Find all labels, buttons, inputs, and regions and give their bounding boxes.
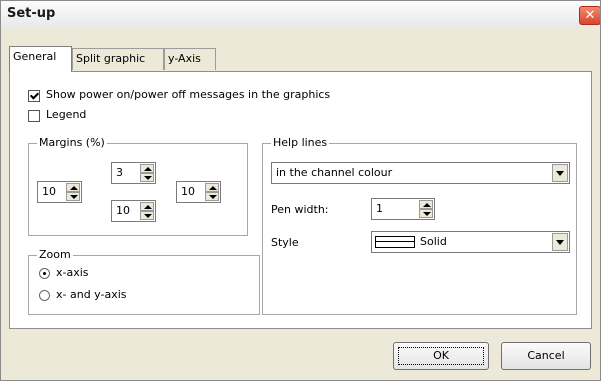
- arrow-up-icon[interactable]: [205, 183, 219, 192]
- chevron-down-icon[interactable]: [552, 233, 568, 251]
- cancel-button-label: Cancel: [527, 349, 565, 362]
- close-icon: ✕: [584, 8, 596, 23]
- margin-right-value: 10: [181, 185, 195, 198]
- show-power-messages-label: Show power on/power off messages in the …: [46, 88, 331, 101]
- help-lines-colour-value: in the channel colour: [276, 166, 393, 179]
- solid-line-icon: [375, 236, 415, 248]
- legend-label: Legend: [46, 108, 87, 121]
- chevron-down-icon[interactable]: [552, 164, 568, 182]
- arrow-down-icon[interactable]: [66, 192, 80, 201]
- tab-y-axis-label: y-Axis: [168, 52, 201, 65]
- arrow-up-icon[interactable]: [140, 164, 154, 173]
- legend-checkbox[interactable]: [28, 110, 40, 122]
- zoom-group-title: Zoom: [37, 248, 73, 261]
- arrow-up-icon[interactable]: [66, 183, 80, 192]
- tab-split-graphic-label: Split graphic: [76, 52, 146, 65]
- margin-bottom-spinner[interactable]: 10: [111, 200, 156, 222]
- arrow-down-icon[interactable]: [419, 209, 433, 218]
- show-power-messages-checkbox[interactable]: [28, 90, 40, 102]
- help-lines-group: Help lines in the channel colour Pen wid…: [262, 136, 577, 315]
- help-lines-colour-select[interactable]: in the channel colour: [271, 162, 570, 184]
- zoom-x-axis-radio[interactable]: [39, 268, 50, 279]
- zoom-x-axis-label: x-axis: [56, 266, 89, 279]
- setup-dialog: Set-up ✕ General Split graphic y-Axis Sh…: [0, 0, 601, 381]
- close-button[interactable]: ✕: [579, 6, 600, 25]
- ok-button[interactable]: OK: [393, 342, 489, 370]
- tab-y-axis[interactable]: y-Axis: [164, 48, 216, 70]
- line-style-select[interactable]: Solid: [371, 231, 570, 253]
- margin-left-value: 10: [42, 185, 56, 198]
- margins-group-title: Margins (%): [37, 136, 107, 149]
- line-style-value: Solid: [420, 235, 447, 248]
- arrow-up-icon[interactable]: [140, 202, 154, 211]
- help-lines-group-title: Help lines: [271, 136, 330, 149]
- title-bar[interactable]: Set-up ✕: [1, 1, 600, 28]
- arrow-up-icon[interactable]: [419, 200, 433, 209]
- style-label: Style: [271, 236, 299, 249]
- window-title: Set-up: [7, 6, 56, 21]
- margin-bottom-value: 10: [116, 204, 130, 217]
- margin-top-value: 3: [116, 166, 123, 179]
- general-tab-panel: Show power on/power off messages in the …: [9, 71, 592, 329]
- tab-general-label: General: [13, 50, 57, 63]
- margin-top-spinner[interactable]: 3: [111, 162, 156, 184]
- cancel-button[interactable]: Cancel: [501, 342, 591, 370]
- pen-width-spinner[interactable]: 1: [371, 198, 435, 220]
- tab-general[interactable]: General: [9, 46, 72, 72]
- arrow-down-icon[interactable]: [205, 192, 219, 201]
- margins-group: Margins (%) 3 10 10 10: [28, 136, 248, 236]
- margin-right-spinner[interactable]: 10: [176, 181, 221, 203]
- arrow-down-icon[interactable]: [140, 211, 154, 220]
- tab-split-graphic[interactable]: Split graphic: [72, 48, 164, 70]
- zoom-xy-axis-label: x- and y-axis: [56, 288, 127, 301]
- pen-width-label: Pen width:: [271, 203, 329, 216]
- zoom-xy-axis-radio[interactable]: [39, 290, 50, 301]
- margin-left-spinner[interactable]: 10: [37, 181, 82, 203]
- arrow-down-icon[interactable]: [140, 173, 154, 182]
- zoom-group: Zoom x-axis x- and y-axis: [28, 248, 260, 315]
- pen-width-value: 1: [376, 202, 383, 215]
